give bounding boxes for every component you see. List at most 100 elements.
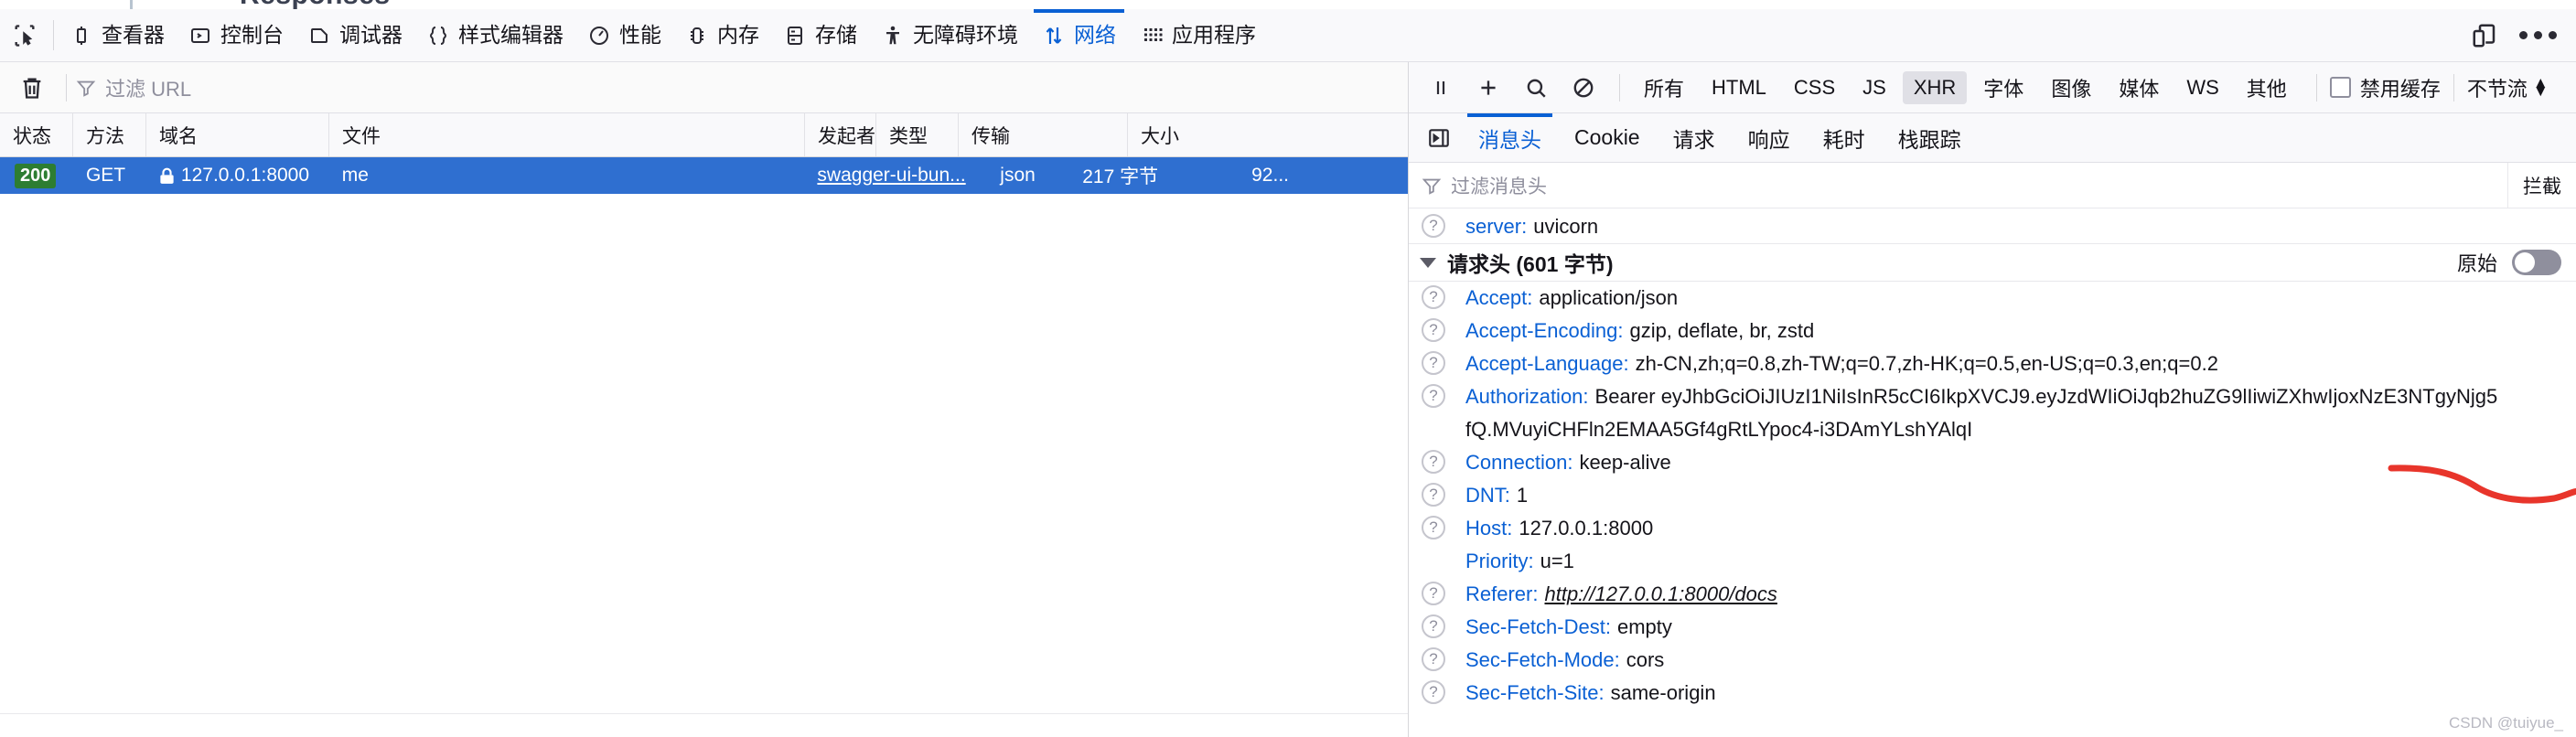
header-row[interactable]: ? Sec-Fetch-Site: same-origin [1409,677,2576,710]
status-badge: 200 [15,163,57,188]
filter-pill-媒体[interactable]: 媒体 [2108,69,2170,107]
header-row[interactable]: ? Accept: application/json [1409,282,2576,315]
header-entry: ? Accept: application/json [1409,282,2576,315]
application-icon [1140,24,1164,48]
header-text: Accept: application/json [1465,286,1679,309]
initiator-link[interactable]: swagger-ui-bun... [817,165,965,187]
filter-pill-WS[interactable]: WS [2175,71,2229,104]
devtools-tab-debugger[interactable]: 调试器 [295,9,414,61]
devtools-tab-memory[interactable]: 内存 [673,9,771,61]
help-icon [1422,549,1445,572]
pause-icon[interactable] [1418,66,1464,110]
header-row[interactable]: ? Connection: keep-alive [1409,446,2576,479]
header-row[interactable]: ? DNT: 1 [1409,479,2576,512]
filter-pill-HTML[interactable]: HTML [1701,71,1777,104]
detail-tab-栈跟踪[interactable]: 栈跟踪 [1882,113,1978,162]
header-row[interactable]: ? Accept-Encoding: gzip, deflate, br, zstd [1409,315,2576,347]
column-header-domain[interactable]: 域名 [146,113,329,156]
column-header-file[interactable]: 文件 [329,113,805,156]
header-text: Sec-Fetch-Dest: empty [1465,615,1672,638]
chevron-down-icon[interactable] [1420,257,1436,268]
disable-cache-checkbox[interactable]: 禁用缓存 [2329,73,2441,102]
column-header-initiator[interactable]: 发起者 [805,113,876,156]
trash-icon[interactable] [7,67,57,109]
table-row[interactable]: 200 GET 127.0.0.1:8000 me swagger-ui-bun... j… [0,157,1408,194]
devtools-tab-performance[interactable]: 性能 [575,9,673,61]
column-header-status[interactable]: 状态 [0,113,73,156]
search-icon[interactable] [1513,66,1559,110]
devtools-tab-storage[interactable]: 存储 [771,9,869,61]
cell-initiator[interactable]: swagger-ui-bun... [804,165,987,187]
header-text: Priority: u=1 [1465,550,1574,572]
filter-pill-CSS[interactable]: CSS [1783,71,1846,104]
filter-divider [66,73,67,101]
header-row[interactable]: ? Host: 127.0.0.1:8000 [1409,512,2576,545]
header-value: application/json [1539,286,1679,309]
devtools-tab-console[interactable]: 控制台 [177,9,295,61]
detail-tab-耗时[interactable]: 耗时 [1807,113,1882,162]
header-filter-placeholder[interactable]: 过滤消息头 [1451,172,1547,199]
help-icon[interactable]: ? [1422,647,1445,671]
no-entry-icon[interactable] [1561,66,1606,110]
cell-domain: 127.0.0.1:8000 [146,165,329,187]
help-icon[interactable]: ? [1422,450,1445,474]
filter-pill-其他[interactable]: 其他 [2236,69,2298,107]
devtools-tab-network[interactable]: 网络 [1030,9,1128,61]
detail-tab-Cookie[interactable]: Cookie [1558,113,1657,162]
header-row[interactable]: Priority: u=1 [1409,545,2576,578]
header-value: gzip, deflate, br, zstd [1629,319,1815,342]
header-row[interactable]: ? Sec-Fetch-Dest: empty [1409,611,2576,644]
inspector-icon [70,24,93,48]
raw-toggle[interactable] [2512,250,2561,275]
header-value: 127.0.0.1:8000 [1519,517,1654,539]
devtools-tab-application[interactable]: 应用程序 [1128,9,1268,61]
help-icon[interactable]: ? [1422,516,1445,539]
header-row[interactable]: ? Authorization: Bearer eyJhbGciOiJIUzI1Ni… [1409,380,2576,413]
help-icon[interactable]: ? [1422,483,1445,507]
performance-icon [587,24,611,48]
detail-tab-请求[interactable]: 请求 [1657,113,1732,162]
header-row[interactable]: ? server: uvicorn [1409,210,2576,243]
column-header-type[interactable]: 类型 [876,113,959,156]
detail-tab-响应[interactable]: 响应 [1732,113,1807,162]
filter-pill-字体[interactable]: 字体 [1972,69,2034,107]
devtools-body: 过滤 URL 状态 方法 域名 文件 发起者 类型 传输 大小 200 GET 127.0.0.1… [0,62,2576,737]
header-row[interactable]: ? Referer: http://127.0.0.1:8000/docs [1409,578,2576,611]
header-row[interactable]: ? Sec-Fetch-Mode: cors [1409,644,2576,677]
devtools-tab-accessibility[interactable]: 无障碍环境 [869,9,1030,61]
help-icon[interactable]: ? [1422,680,1445,704]
column-header-transfer[interactable]: 传输 [959,113,1128,156]
devtools-tab-inspector[interactable]: 查看器 [58,9,177,61]
element-picker-icon[interactable] [0,9,49,61]
help-icon[interactable]: ? [1422,384,1445,408]
devtools-window: Responses 查看器 控制台 调试器 样式编辑器 性能 内存 存储 无障碍环境 网络 应用程… [0,0,2576,737]
responsive-design-mode-icon[interactable] [2461,12,2508,59]
header-value[interactable]: http://127.0.0.1:8000/docs [1544,582,1776,605]
help-icon[interactable]: ? [1422,214,1445,238]
devtools-tab-style-editor[interactable]: 样式编辑器 [414,9,575,61]
filter-pill-图像[interactable]: 图像 [2040,69,2102,107]
filter-pill-所有[interactable]: 所有 [1633,69,1695,107]
block-button[interactable]: 拦截 [2507,163,2576,208]
filter-pill-XHR[interactable]: XHR [1902,70,1968,104]
help-icon[interactable]: ? [1422,318,1445,342]
section-title: 请求头 (601 字节) [1447,252,1614,276]
panel-toggle-icon[interactable] [1416,113,1462,162]
detail-tab-消息头[interactable]: 消息头 [1462,113,1558,162]
help-icon[interactable]: ? [1422,582,1445,605]
detail-tab-list: 消息头 Cookie 请求 响应 耗时 栈跟踪 [1462,113,1978,162]
filter-pill-JS[interactable]: JS [1852,71,1897,104]
throttle-select[interactable]: 不节流 ▲ ▼ [2467,73,2549,102]
header-text: Sec-Fetch-Site: same-origin [1465,681,1716,704]
column-header-method[interactable]: 方法 [73,113,146,156]
plus-icon[interactable] [1465,66,1511,110]
page-content-bleed: Responses [0,0,2576,9]
help-icon[interactable]: ? [1422,351,1445,375]
column-header-size[interactable]: 大小 [1128,113,1297,156]
more-options-icon[interactable] [2514,12,2561,59]
request-headers-section[interactable]: 请求头 (601 字节) 原始 [1409,243,2576,282]
header-row[interactable]: ? Accept-Language: zh-CN,zh;q=0.8,zh-TW;q=… [1409,347,2576,380]
url-filter-input[interactable]: 过滤 URL [76,73,1401,102]
help-icon[interactable]: ? [1422,614,1445,638]
help-icon[interactable]: ? [1422,285,1445,309]
